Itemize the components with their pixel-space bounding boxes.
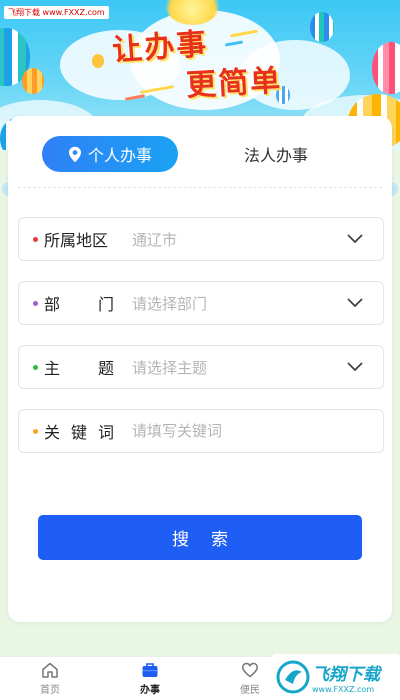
department-label: 部 门 bbox=[44, 291, 114, 315]
tab-legal-label: 法人办事 bbox=[243, 146, 308, 165]
nav-label-home: 首页 bbox=[40, 685, 60, 696]
briefcase-icon bbox=[142, 663, 158, 677]
balloon-decoration bbox=[310, 12, 334, 42]
topic-select[interactable]: 主 题 请选择主题 bbox=[18, 345, 384, 389]
balloon-decoration bbox=[92, 54, 104, 68]
tab-personal-affairs[interactable]: 个人办事 bbox=[42, 136, 178, 172]
search-button[interactable]: 搜索 bbox=[38, 515, 362, 560]
heart-icon bbox=[242, 662, 258, 678]
logo-icon bbox=[276, 660, 310, 694]
service-card: 个人办事 法人办事 所属地区 通辽市 部 门 请选择部门 主 题 请选择主题 关… bbox=[8, 116, 392, 622]
watermark-label: 飞翔下载 www.FXXZ.com bbox=[4, 6, 109, 19]
keyword-label: 关 键 词 bbox=[44, 419, 114, 443]
region-select[interactable]: 所属地区 通辽市 bbox=[18, 217, 384, 261]
nav-item-affairs[interactable]: 办事 bbox=[100, 657, 200, 700]
region-label: 所属地区 bbox=[44, 231, 109, 250]
required-dot bbox=[33, 236, 38, 242]
balloon-decoration bbox=[22, 68, 44, 94]
nav-item-home[interactable]: 首页 bbox=[0, 657, 100, 700]
required-dot bbox=[33, 364, 38, 370]
region-value: 通辽市 bbox=[132, 230, 178, 249]
tab-legal-affairs[interactable]: 法人办事 bbox=[208, 136, 344, 172]
location-pin-icon bbox=[68, 146, 81, 162]
nav-label-affairs: 办事 bbox=[140, 685, 160, 696]
topic-label: 主 题 bbox=[44, 355, 114, 379]
label-char: 关 bbox=[44, 423, 61, 442]
chevron-down-icon bbox=[347, 298, 363, 307]
label-char: 词 bbox=[97, 423, 114, 442]
slogan-line2: 更简单 bbox=[185, 63, 284, 104]
nav-label-convenience: 便民 bbox=[240, 685, 260, 696]
corner-logo-sub: www.FXXZ.com bbox=[312, 685, 375, 694]
corner-watermark-logo: 飞翔下载 www.FXXZ.com bbox=[272, 654, 400, 700]
tab-personal-label: 个人办事 bbox=[87, 146, 152, 165]
topic-placeholder: 请选择主题 bbox=[132, 358, 208, 377]
label-char: 主 bbox=[44, 359, 61, 378]
keyword-input[interactable] bbox=[132, 422, 383, 440]
required-dot bbox=[33, 300, 38, 306]
section-divider bbox=[18, 187, 382, 188]
home-icon bbox=[42, 662, 58, 678]
chevron-down-icon bbox=[347, 234, 363, 243]
label-char: 键 bbox=[70, 423, 87, 442]
balloon-decoration bbox=[372, 42, 400, 94]
department-placeholder: 请选择部门 bbox=[132, 294, 208, 313]
keyword-field[interactable]: 关 键 词 bbox=[18, 409, 384, 453]
chevron-down-icon bbox=[347, 362, 363, 371]
required-dot bbox=[33, 428, 38, 434]
corner-logo-text: 飞翔下载 bbox=[312, 665, 380, 685]
label-char: 门 bbox=[97, 295, 114, 314]
label-char: 部 bbox=[44, 295, 61, 314]
label-char: 题 bbox=[97, 359, 114, 378]
department-select[interactable]: 部 门 请选择部门 bbox=[18, 281, 384, 325]
